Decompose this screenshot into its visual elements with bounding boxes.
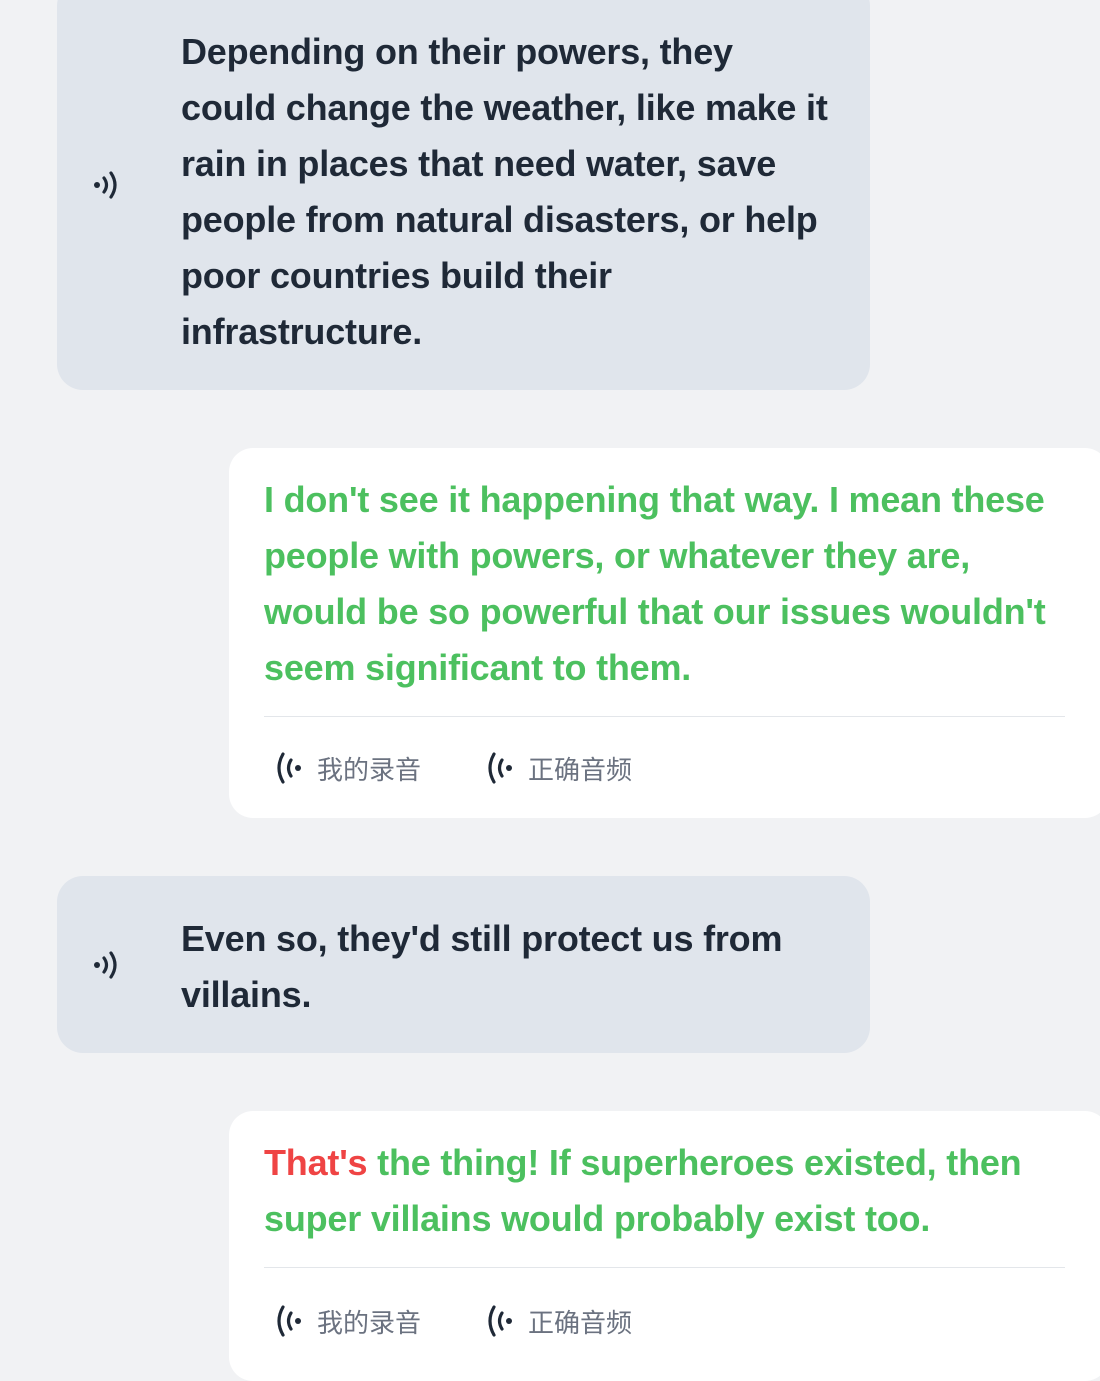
- my-recording-button[interactable]: 我的录音: [273, 748, 421, 788]
- my-recording-label: 我的录音: [317, 1308, 422, 1339]
- partner-message-text: Even so, they'd still protect us from vi…: [181, 918, 783, 1015]
- play-audio-icon: [488, 752, 512, 784]
- play-audio-icon: [277, 752, 301, 784]
- partner-message-text: Depending on their powers, they could ch…: [181, 31, 828, 352]
- user-message-text: That's the thing! If superheroes existed…: [264, 1135, 1049, 1247]
- divider: [264, 1267, 1065, 1268]
- correct-audio-button[interactable]: 正确音频: [484, 748, 632, 788]
- partner-message-bubble: Depending on their powers, they could ch…: [57, 0, 870, 390]
- correct-audio-button[interactable]: 正确音频: [484, 1301, 632, 1341]
- correct-words: the thing! If superheroes existed, then …: [264, 1142, 1022, 1239]
- my-recording-button[interactable]: 我的录音: [273, 1301, 421, 1341]
- user-message-bubble: I don't see it happening that way. I mea…: [229, 448, 1100, 818]
- correct-audio-label: 正确音频: [528, 755, 633, 786]
- speaker-icon[interactable]: [89, 165, 129, 205]
- speaker-icon[interactable]: [89, 945, 129, 985]
- play-audio-icon: [277, 1305, 301, 1337]
- user-message-text: I don't see it happening that way. I mea…: [264, 479, 1046, 688]
- user-message-bubble: That's the thing! If superheroes existed…: [229, 1111, 1100, 1381]
- divider: [264, 716, 1065, 717]
- mispronounced-word: That's: [264, 1142, 368, 1183]
- my-recording-label: 我的录音: [317, 755, 422, 786]
- correct-audio-label: 正确音频: [528, 1308, 633, 1339]
- play-audio-icon: [488, 1305, 512, 1337]
- partner-message-bubble: Even so, they'd still protect us from vi…: [57, 876, 870, 1053]
